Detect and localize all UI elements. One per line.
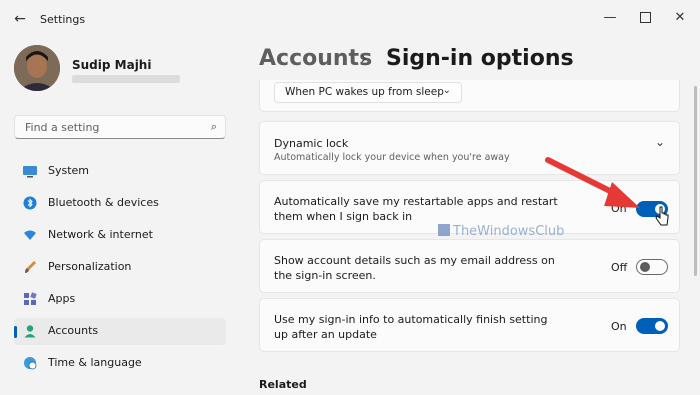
- minimize-button[interactable]: —: [595, 6, 625, 28]
- sidebar-item-apps[interactable]: Apps: [14, 286, 226, 313]
- watermark: TheWindowsClub: [438, 224, 564, 239]
- sidebar-item-label: Accounts: [48, 324, 99, 337]
- restart-apps-title-line1: Automatically save my restartable apps a…: [274, 195, 558, 208]
- sidebar-item-label: Bluetooth & devices: [48, 196, 159, 209]
- signin-info-state: On: [611, 320, 627, 333]
- related-heading: Related: [259, 378, 307, 391]
- toggle-knob: [655, 321, 665, 331]
- wake-dropdown-value: When PC wakes up from sleep: [285, 86, 444, 98]
- back-button[interactable]: ←: [8, 8, 32, 30]
- account-details-title-line1: Show account details such as my email ad…: [274, 254, 555, 267]
- watermark-text: TheWindowsClub: [453, 224, 565, 239]
- user-name: Sudip Majhi: [72, 58, 152, 72]
- sidebar-item-time-language[interactable]: Time & language: [14, 350, 226, 377]
- chevron-down-icon: ⌄: [442, 85, 451, 96]
- signin-info-card: Use my sign-in info to automatically fin…: [259, 298, 680, 352]
- mouse-cursor-icon: [655, 206, 669, 226]
- restart-apps-title-line2: them when I sign back in: [274, 210, 413, 223]
- search-input[interactable]: [23, 120, 197, 135]
- wake-dropdown[interactable]: When PC wakes up from sleep ⌄: [274, 82, 462, 103]
- breadcrumb-separator: ›: [360, 48, 368, 69]
- search-icon[interactable]: ⌕: [211, 120, 217, 134]
- account-details-title-line2: the sign-in screen.: [274, 269, 376, 282]
- sidebar-item-label: Network & internet: [48, 228, 153, 241]
- account-details-state: Off: [611, 261, 628, 274]
- close-button[interactable]: ✕: [665, 6, 695, 28]
- account-details-toggle[interactable]: [636, 259, 668, 275]
- user-email-redacted: [72, 75, 180, 83]
- monitor-icon: [23, 166, 37, 178]
- wake-card: When PC wakes up from sleep ⌄: [259, 80, 680, 112]
- scrollbar[interactable]: [694, 86, 697, 276]
- brush-icon: [25, 261, 36, 273]
- sidebar-item-label: Apps: [48, 292, 76, 305]
- sidebar-item-personalization[interactable]: Personalization: [14, 254, 226, 281]
- sidebar-item-label: Personalization: [48, 260, 132, 273]
- sidebar-item-network[interactable]: Network & internet: [14, 222, 226, 249]
- active-indicator: [14, 326, 17, 338]
- maximize-button[interactable]: [630, 6, 660, 28]
- chevron-down-icon[interactable]: ⌄: [655, 135, 665, 149]
- signin-info-toggle[interactable]: [636, 318, 668, 334]
- minimize-icon: —: [603, 9, 617, 25]
- avatar[interactable]: [14, 45, 60, 91]
- dynamic-lock-subtitle: Automatically lock your device when you'…: [274, 152, 510, 163]
- sidebar-item-bluetooth[interactable]: Bluetooth & devices: [14, 190, 226, 217]
- watermark-logo-icon: [438, 224, 450, 236]
- page-title: Sign-in options: [386, 46, 574, 71]
- signin-info-title-line2: up after an update: [274, 328, 377, 341]
- search-box[interactable]: ⌕: [14, 115, 226, 139]
- account-details-card: Show account details such as my email ad…: [259, 239, 680, 293]
- apps-icon: [24, 292, 37, 305]
- sidebar-item-accounts[interactable]: Accounts: [14, 318, 226, 345]
- annotation-arrow-icon: [545, 157, 640, 208]
- sidebar-item-label: System: [48, 164, 90, 177]
- sidebar-item-system[interactable]: System: [14, 158, 226, 185]
- sidebar-item-label: Time & language: [48, 356, 142, 369]
- breadcrumb-accounts[interactable]: Accounts: [259, 46, 372, 71]
- wifi-icon: [24, 230, 36, 240]
- signin-info-title-line1: Use my sign-in info to automatically fin…: [274, 313, 548, 326]
- globe-clock-icon: [24, 357, 37, 370]
- bluetooth-icon: [23, 196, 37, 210]
- person-icon: [24, 325, 36, 338]
- app-title: Settings: [40, 13, 86, 26]
- toggle-knob: [640, 262, 650, 272]
- dynamic-lock-title: Dynamic lock: [274, 137, 349, 150]
- back-arrow-icon: ←: [14, 11, 26, 27]
- close-icon: ✕: [674, 9, 686, 25]
- maximize-icon: [639, 11, 651, 23]
